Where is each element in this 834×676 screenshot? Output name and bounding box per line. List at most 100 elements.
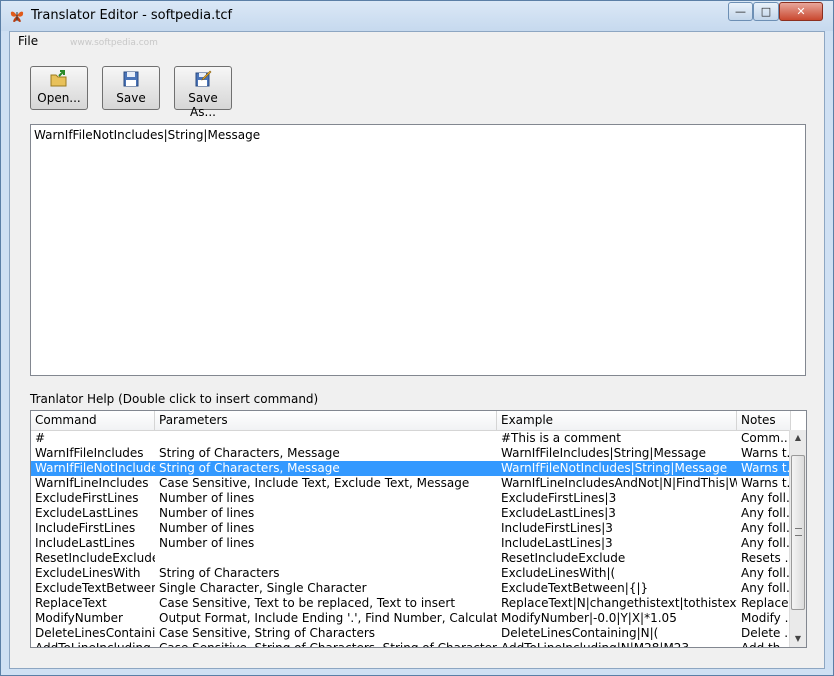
maximize-button[interactable]: □: [753, 2, 779, 21]
command-editor[interactable]: WarnIfFileNotIncludes|String|Message: [30, 124, 806, 376]
title-bar[interactable]: Translator Editor - softpedia.tcf — □ ✕: [1, 1, 833, 31]
cell-notes: Warns t...: [741, 446, 791, 460]
cell-notes: Any foll...: [741, 581, 791, 595]
cell-parameters: Number of lines: [159, 521, 255, 535]
table-row[interactable]: ResetIncludeExclude ResetIncludeExclude Re…: [31, 551, 791, 566]
table-row[interactable]: WarnIfFileIncludes String of Characters, …: [31, 446, 791, 461]
cell-parameters: [155, 431, 497, 446]
help-list-body: # #This is a comment Comm... WarnIfFileIncl…: [31, 431, 791, 648]
help-list[interactable]: Command Parameters Example Notes # #This …: [30, 410, 807, 648]
save-as-icon: [195, 70, 212, 87]
menu-bar: File www.softpedia.com: [10, 32, 824, 52]
cell-command: ReplaceText: [35, 596, 107, 610]
cell-example: WarnIfLineIncludesAndNot|N|FindThis|Wh..…: [501, 476, 737, 490]
table-row[interactable]: WarnIfFileNotIncludes String of Character…: [31, 461, 791, 476]
help-label: Tranlator Help (Double click to insert c…: [30, 392, 319, 406]
save-button[interactable]: Save: [102, 66, 160, 110]
cell-example: #This is a comment: [501, 431, 621, 445]
cell-command: ExcludeTextBetween: [35, 581, 155, 595]
save-as-button-label: Save As...: [188, 91, 218, 119]
cell-command: #: [35, 431, 46, 445]
cell-command: WarnIfLineIncludes: [35, 476, 149, 490]
cell-parameters: Number of lines: [159, 491, 255, 505]
cell-notes: Any foll...: [741, 536, 791, 550]
cell-notes: Any foll...: [741, 521, 791, 535]
table-row[interactable]: DeleteLinesContaining Case Sensitive, Str…: [31, 626, 791, 641]
cell-command: WarnIfFileNotIncludes: [35, 461, 155, 475]
help-list-scrollbar[interactable]: ▲ ▼: [789, 430, 806, 647]
cell-parameters: Case Sensitive, String of Characters: [159, 626, 376, 640]
table-row[interactable]: ExcludeFirstLines Number of lines ExcludeF…: [31, 491, 791, 506]
table-row[interactable]: ModifyNumber Output Format, Include Endin…: [31, 611, 791, 626]
scroll-thumb[interactable]: [791, 455, 805, 610]
cell-example: AddToLineIncluding|N|M28|M23: [501, 641, 690, 648]
table-row[interactable]: AddToLineIncluding Case Sensitive, String…: [31, 641, 791, 648]
cell-example: ReplaceText|N|changethistext|tothistext: [501, 596, 737, 610]
scroll-up-arrow-icon[interactable]: ▲: [790, 430, 806, 446]
minimize-button[interactable]: —: [728, 2, 753, 21]
cell-example: ExcludeTextBetween|{|}: [501, 581, 649, 595]
table-row[interactable]: # #This is a comment Comm...: [31, 431, 791, 446]
table-row[interactable]: WarnIfLineIncludes Case Sensitive, Includ…: [31, 476, 791, 491]
table-row[interactable]: IncludeFirstLines Number of lines IncludeF…: [31, 521, 791, 536]
column-header-notes[interactable]: Notes: [737, 411, 791, 430]
cell-notes: Delete ...: [741, 626, 791, 640]
open-folder-icon: [50, 70, 67, 87]
editor-text: WarnIfFileNotIncludes|String|Message: [34, 128, 261, 142]
column-header-example[interactable]: Example: [497, 411, 737, 430]
table-row[interactable]: IncludeLastLines Number of lines IncludeLa…: [31, 536, 791, 551]
menu-file[interactable]: File: [16, 34, 40, 48]
close-button[interactable]: ✕: [779, 2, 823, 21]
table-row[interactable]: ExcludeTextBetween Single Character, Sing…: [31, 581, 791, 596]
cell-notes: Any foll...: [741, 491, 791, 505]
window-title: Translator Editor - softpedia.tcf: [31, 8, 233, 23]
cell-notes: Warns t...: [741, 476, 791, 490]
app-window: Translator Editor - softpedia.tcf — □ ✕ …: [0, 0, 834, 676]
floppy-disk-icon: [123, 71, 139, 87]
table-row[interactable]: ReplaceText Case Sensitive, Text to be re…: [31, 596, 791, 611]
open-button-label: Open...: [37, 91, 81, 105]
client-area: File www.softpedia.com Open... Save Save…: [9, 31, 825, 669]
cell-example: ModifyNumber|-0.0|Y|X|*1.05: [501, 611, 677, 625]
cell-parameters: Single Character, Single Character: [159, 581, 367, 595]
cell-notes: Comm...: [741, 431, 791, 445]
cell-command: AddToLineIncluding: [35, 641, 151, 648]
column-header-parameters[interactable]: Parameters: [155, 411, 497, 430]
table-row[interactable]: ExcludeLinesWith String of Characters Excl…: [31, 566, 791, 581]
cell-example: ResetIncludeExclude: [501, 551, 626, 565]
cell-parameters: [155, 551, 497, 566]
cell-example: IncludeLastLines|3: [501, 536, 613, 550]
cell-parameters: String of Characters: [159, 566, 280, 580]
save-as-button[interactable]: Save As...: [174, 66, 232, 119]
cell-command: IncludeFirstLines: [35, 521, 136, 535]
cell-notes: Modify ...: [741, 611, 791, 625]
cell-command: DeleteLinesContaining: [35, 626, 155, 640]
cell-parameters: String of Characters, Message: [159, 461, 340, 475]
table-row[interactable]: ExcludeLastLines Number of lines ExcludeLa…: [31, 506, 791, 521]
cell-example: DeleteLinesContaining|N|(: [501, 626, 659, 640]
cell-parameters: Number of lines: [159, 506, 255, 520]
cell-parameters: Case Sensitive, Include Text, Exclude Te…: [159, 476, 470, 490]
open-button[interactable]: Open...: [30, 66, 88, 110]
cell-example: ExcludeLastLines|3: [501, 506, 616, 520]
cell-notes: Resets ...: [741, 551, 791, 565]
scroll-down-arrow-icon[interactable]: ▼: [790, 631, 806, 647]
cell-example: ExcludeLinesWith|(: [501, 566, 616, 580]
cell-example: ExcludeFirstLines|3: [501, 491, 617, 505]
cell-parameters: Case Sensitive, Text to be replaced, Tex…: [159, 596, 456, 610]
cell-command: ExcludeFirstLines: [35, 491, 139, 505]
cell-command: ExcludeLastLines: [35, 506, 139, 520]
butterfly-icon: [10, 11, 24, 22]
help-list-header: Command Parameters Example Notes: [31, 411, 791, 431]
cell-parameters: Number of lines: [159, 536, 255, 550]
scroll-grip-icon: [795, 528, 802, 536]
column-header-command[interactable]: Command: [31, 411, 155, 430]
cell-command: WarnIfFileIncludes: [35, 446, 144, 460]
cell-example: IncludeFirstLines|3: [501, 521, 613, 535]
cell-notes: Warns t...: [741, 461, 791, 475]
cell-example: WarnIfFileNotIncludes|String|Message: [501, 461, 728, 475]
cell-notes: Any foll...: [741, 566, 791, 580]
cell-parameters: String of Characters, Message: [159, 446, 340, 460]
cell-parameters: Case Sensitive, String of Characters, St…: [159, 641, 497, 648]
cell-command: ResetIncludeExclude: [35, 551, 155, 565]
